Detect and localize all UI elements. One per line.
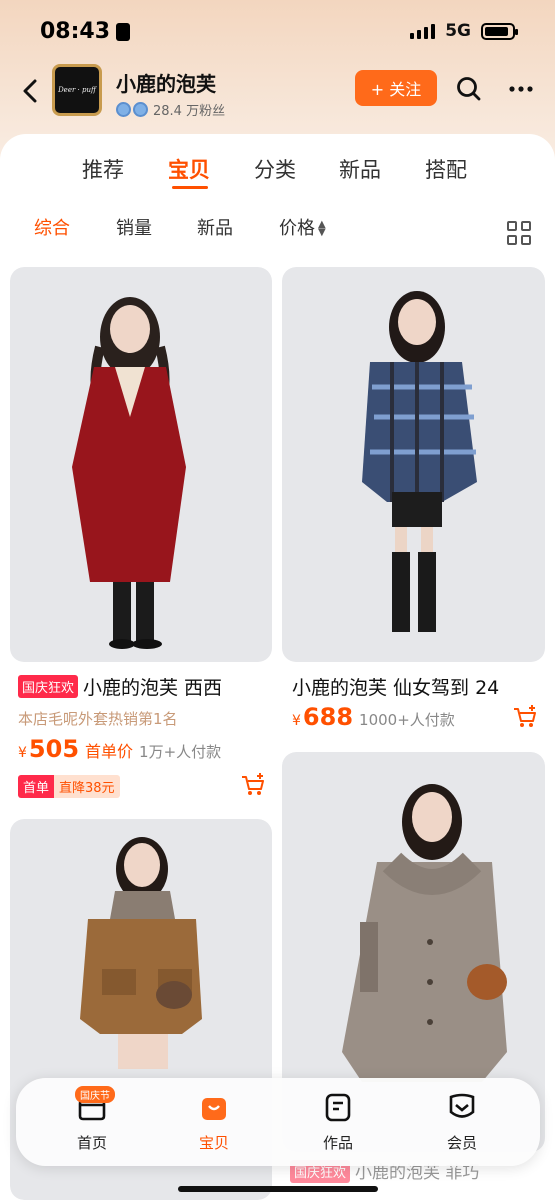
shop-logo[interactable]: Deer · puff	[52, 64, 102, 116]
paid-count: 1000+人付款	[359, 711, 455, 729]
shop-tabs: 推荐 宝贝 分类 新品 搭配	[0, 134, 555, 194]
sort-arrows-icon: ▲ ▼	[318, 219, 326, 238]
product-card[interactable]: 国庆狂欢 小鹿的泡芙 西西 本店毛呢外套热销第1名 ¥ 505 首单价 1万+人付…	[10, 267, 272, 807]
add-to-cart-icon[interactable]	[240, 772, 266, 802]
product-price: 505	[28, 735, 80, 763]
sort-bar: 综合 销量 新品 价格 ▲ ▼	[0, 214, 555, 254]
orientation-lock-icon	[116, 23, 131, 41]
price-row: ¥ 505 首单价 1万+人付款	[18, 735, 221, 763]
discount-badge: 首单 直降38元	[18, 774, 120, 798]
paid-count: 1万+人付款	[139, 743, 222, 761]
follow-button[interactable]: + 关注	[355, 70, 437, 106]
tab-products[interactable]: 宝贝	[168, 154, 210, 184]
nav-member-label: 会员	[446, 1134, 477, 1152]
first-order-price-label: 首单价	[85, 742, 134, 761]
price-drop-badge: 直降38元	[54, 774, 120, 798]
status-time: 08:43	[40, 18, 111, 44]
shopping-bag-icon	[202, 1098, 226, 1120]
works-icon	[325, 1093, 351, 1122]
nav-home-label: 首页	[76, 1134, 107, 1152]
fans-count: 28.4 万粉丝	[153, 104, 226, 119]
active-tab-indicator	[172, 186, 208, 189]
tab-categories[interactable]: 分类	[254, 154, 296, 184]
tab-outfits[interactable]: 搭配	[425, 154, 467, 184]
back-icon[interactable]	[18, 76, 42, 106]
nav-products[interactable]: 宝贝	[174, 1092, 254, 1153]
product-title[interactable]: 国庆狂欢 小鹿的泡芙 西西	[18, 673, 268, 700]
product-card[interactable]: 小鹿的泡芙 仙女驾到 24 ¥ 688 1000+人付款	[282, 267, 545, 747]
home-indicator	[178, 1186, 378, 1192]
status-bar: 08:43 5G	[0, 0, 555, 62]
add-to-cart-icon[interactable]	[512, 704, 538, 734]
product-image[interactable]	[10, 267, 272, 662]
product-title-text: 小鹿的泡芙 菲巧	[355, 1163, 480, 1183]
fan-level-icon	[116, 102, 148, 117]
shop-fans: 28.4 万粉丝	[116, 100, 225, 119]
product-image[interactable]	[282, 267, 545, 662]
product-rank: 本店毛呢外套热销第1名	[18, 710, 178, 728]
signal-icon	[410, 23, 436, 39]
promo-tag: 国庆狂欢	[18, 675, 79, 698]
shop-name[interactable]: 小鹿的泡芙	[116, 68, 216, 97]
product-title-text: 小鹿的泡芙 西西	[83, 677, 223, 699]
tab-recommend[interactable]: 推荐	[82, 154, 124, 184]
sort-overall[interactable]: 综合	[34, 214, 70, 240]
member-icon	[449, 1093, 475, 1118]
grid-view-icon[interactable]	[507, 221, 531, 245]
currency: ¥	[18, 745, 27, 761]
first-order-badge: 首单	[18, 774, 55, 798]
price-row: ¥ 688 1000+人付款	[292, 703, 455, 731]
sort-new[interactable]: 新品	[197, 214, 233, 240]
holiday-badge: 国庆节	[75, 1086, 115, 1103]
tab-new[interactable]: 新品	[339, 154, 381, 184]
nav-member[interactable]: 会员	[422, 1092, 502, 1153]
battery-icon	[481, 22, 518, 40]
currency: ¥	[292, 713, 301, 729]
sort-sales[interactable]: 销量	[116, 214, 152, 240]
sort-price-label: 价格	[279, 218, 315, 239]
nav-works-label: 作品	[322, 1134, 353, 1152]
search-icon[interactable]	[456, 76, 482, 106]
shop-logo-text: Deer · puff	[58, 86, 96, 94]
more-icon[interactable]	[508, 76, 534, 107]
product-price: 688	[302, 703, 354, 731]
product-title[interactable]: 小鹿的泡芙 仙女驾到 24	[292, 673, 542, 700]
nav-works[interactable]: 作品	[298, 1092, 378, 1153]
shop-header: Deer · puff 小鹿的泡芙 28.4 万粉丝 + 关注	[0, 62, 555, 122]
network-type: 5G	[445, 21, 471, 41]
nav-products-label: 宝贝	[198, 1134, 229, 1152]
sort-price[interactable]: 价格 ▲ ▼	[279, 214, 326, 240]
